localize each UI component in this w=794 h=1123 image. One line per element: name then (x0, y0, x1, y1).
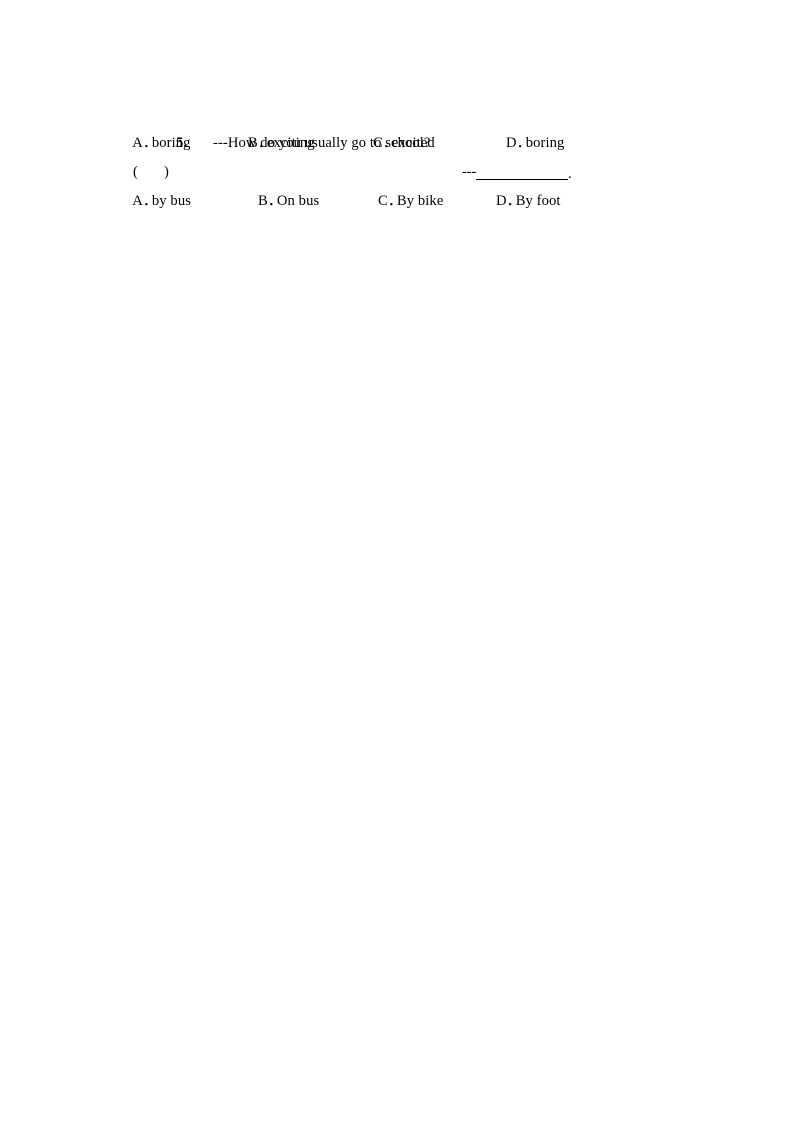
option-c[interactable]: C．By bike (348, 158, 443, 245)
question-stem-text: ---How do you usually go to school? (213, 135, 431, 151)
options-row-question-5: A．by bus B．On bus C．By bike D．By foot (0, 158, 794, 209)
option-d[interactable]: D．By foot (466, 158, 561, 245)
options-row-previous-question: A．boring B．exciting C．excited D．boring (0, 100, 794, 151)
option-c-text: By bike (396, 193, 444, 209)
exam-content-block: A．boring B．exciting C．excited D．boring (… (0, 100, 794, 209)
option-d-text: By foot (515, 193, 561, 209)
option-c-separator: ． (387, 193, 403, 209)
option-b[interactable]: B．On bus (228, 158, 319, 245)
document-page: A．boring B．exciting C．excited D．boring (… (0, 0, 794, 1123)
option-a-separator: ． (142, 193, 158, 209)
question-number: 5. (176, 135, 188, 151)
option-a[interactable]: A．by bus (103, 158, 191, 245)
option-c-letter: C (378, 193, 388, 209)
option-d-letter: D (496, 193, 507, 209)
option-a-text: by bus (151, 193, 191, 209)
option-d-separator: ． (506, 193, 522, 209)
option-b-text: On bus (276, 193, 320, 209)
option-b-separator: ． (267, 193, 283, 209)
question-5-line: () 5. ---How do you usually go to school… (0, 129, 794, 182)
option-b-letter: B (258, 193, 268, 209)
option-a-letter: A (132, 193, 143, 209)
